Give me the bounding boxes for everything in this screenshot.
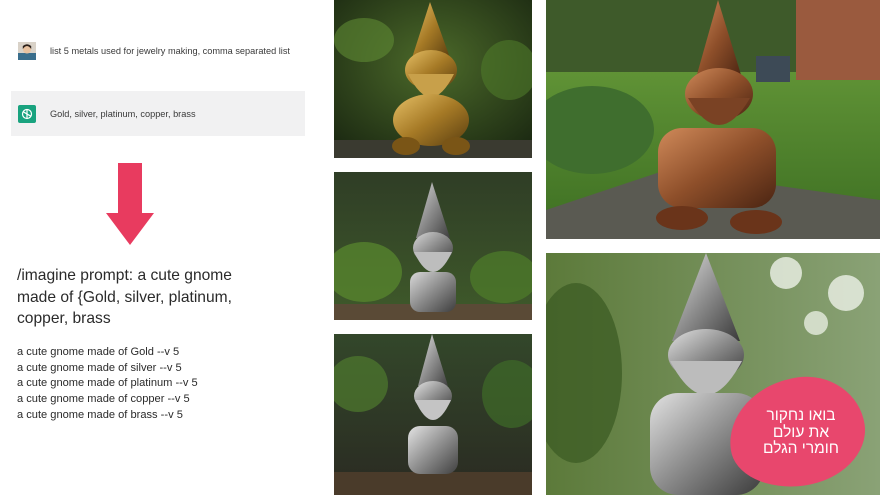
assistant-message-row: Gold, silver, platinum, copper, brass	[11, 91, 305, 136]
prompt-variant: a cute gnome made of silver --v 5	[17, 361, 182, 374]
user-message-row: list 5 metals used for jewelry making, c…	[11, 34, 305, 68]
prompt-variant: a cute gnome made of Gold --v 5	[17, 346, 180, 358]
down-arrow-icon	[106, 163, 154, 245]
gnome-image-copper	[546, 0, 880, 239]
user-message-text: list 5 metals used for jewelry making, c…	[50, 46, 290, 56]
prompt-variants-list: a cute gnome made of Gold --v 5 a cute g…	[17, 345, 198, 424]
assistant-message-text: Gold, silver, platinum, copper, brass	[50, 108, 196, 119]
call-to-action-text: בואו נחקור את עולם חומרי הגלם	[746, 407, 856, 458]
prompt-variant: a cute gnome made of brass --v 5	[17, 408, 183, 421]
prompt-variant: a cute gnome made of platinum --v 5	[17, 377, 198, 390]
gnome-image-gold	[334, 0, 532, 158]
gnome-image-platinum	[334, 334, 532, 495]
prompt-variant: a cute gnome made of copper --v 5	[17, 393, 190, 406]
user-avatar-icon	[18, 42, 36, 60]
gnome-image-silver	[334, 172, 532, 320]
badge-line: חומרי הגלם	[763, 440, 839, 457]
badge-line: בואו נחקור	[766, 407, 836, 424]
imagine-prompt-text: /imagine prompt: a cute gnome made of {G…	[17, 267, 232, 327]
badge-line: את עולם	[772, 423, 830, 441]
assistant-logo-icon	[18, 104, 36, 123]
